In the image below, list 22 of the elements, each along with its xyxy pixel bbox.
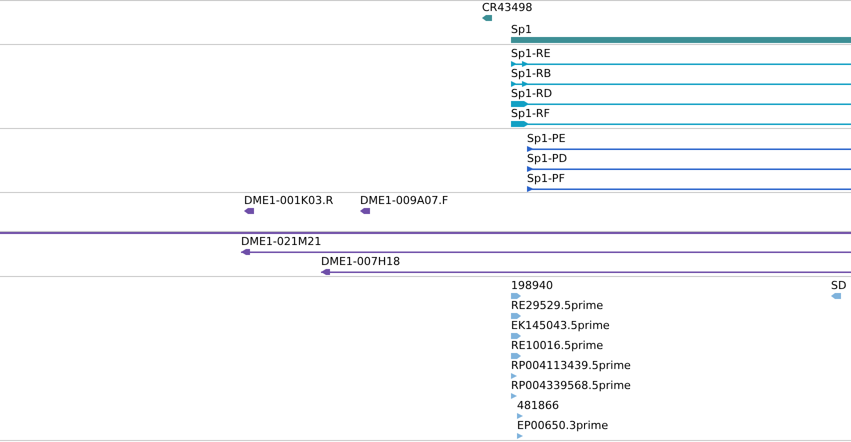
- feature-label: EP00650.3prime: [517, 419, 608, 433]
- feature-label: 198940: [511, 279, 553, 293]
- feature-label: RP004339568.5prime: [511, 379, 631, 393]
- feature-label: RE29529.5prime: [511, 299, 604, 313]
- feature-label: Sp1-RB: [511, 67, 552, 81]
- feature-label: RP004113439.5prime: [511, 359, 631, 373]
- feature-label: DME1-007H18: [321, 255, 400, 269]
- feature-label: EK145043.5prime: [511, 319, 610, 333]
- feature-label: DME1-021M21: [241, 235, 322, 249]
- feature-label: CR43498: [482, 1, 532, 15]
- feature-label: Sp1-RD: [511, 87, 552, 101]
- feature-label: SD: [831, 279, 846, 293]
- feature-label: Sp1-RF: [511, 107, 550, 121]
- feature-label: RE10016.5prime: [511, 339, 604, 353]
- feature-label: DME1-001K03.R: [244, 194, 334, 208]
- feature-label: Sp1-PE: [527, 132, 566, 146]
- feature-label: Sp1-RE: [511, 47, 551, 61]
- feature-label: Sp1-PF: [527, 172, 565, 186]
- feature-label: Sp1-PD: [527, 152, 568, 166]
- feature-label: DME1-009A07.F: [360, 194, 448, 208]
- feature-label: 481866: [517, 399, 559, 413]
- feature-label: Sp1: [511, 23, 532, 37]
